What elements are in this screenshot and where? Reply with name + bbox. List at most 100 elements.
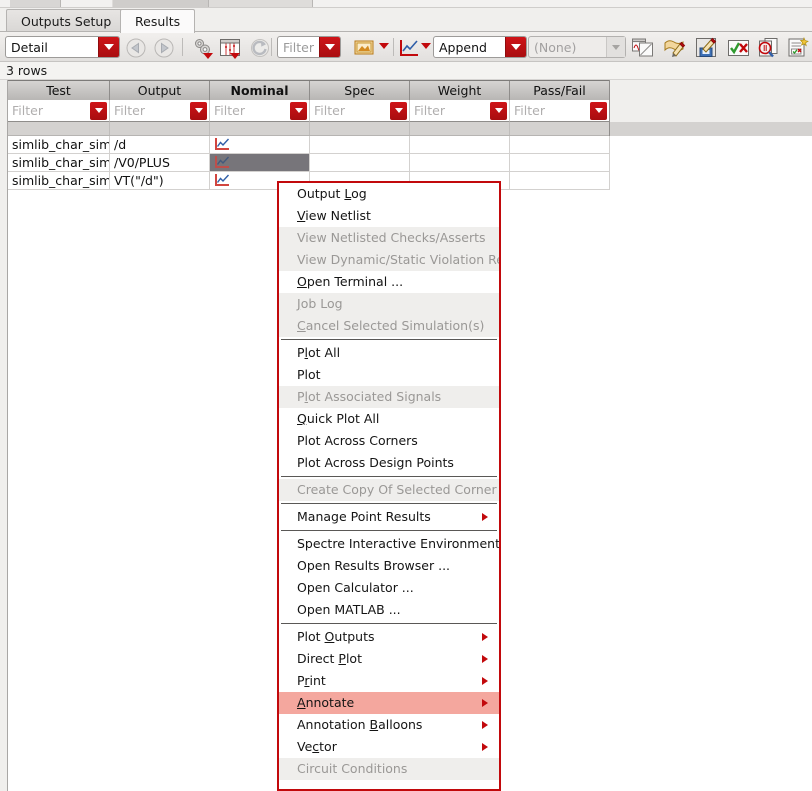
corner-select-combo[interactable]: (None)	[528, 36, 626, 58]
menu-item-open-terminal[interactable]: Open Terminal ...	[279, 271, 499, 293]
plot-dropdown-caret-icon[interactable]	[421, 43, 431, 49]
column-header-output[interactable]: Output	[110, 81, 210, 100]
filter-placeholder-weight: Filter	[414, 103, 445, 118]
menu-item-direct-plot[interactable]: Direct Plot	[279, 648, 499, 670]
menu-item-label: View Dynamic/Static Violation Report	[297, 252, 499, 267]
results-context-menu[interactable]: Output Log View Netlist View Netlisted Che…	[277, 181, 501, 791]
plot-chart-icon[interactable]	[397, 36, 421, 59]
image-dropdown-caret-icon[interactable]	[379, 43, 389, 49]
menu-separator	[281, 476, 497, 477]
spacer-cell	[210, 122, 310, 135]
menu-item-annotate[interactable]: Annotate	[279, 692, 499, 714]
filter-input-test[interactable]: Filter	[8, 100, 110, 122]
plot-mode-combo[interactable]: Append	[433, 36, 527, 58]
back-arrow-icon[interactable]	[124, 36, 148, 59]
column-header-nominal[interactable]: Nominal	[210, 81, 310, 100]
filter-dropdown-nominal-icon[interactable]	[290, 101, 307, 120]
filter-input-weight[interactable]: Filter	[410, 100, 510, 122]
tab-results[interactable]: Results	[120, 9, 196, 33]
menu-item-plot[interactable]: Plot	[279, 364, 499, 386]
results-panel: Outputs Setup Results Detail Filter Appe…	[0, 0, 812, 791]
menu-item-vector[interactable]: Vector	[279, 736, 499, 758]
refresh-icon[interactable]	[248, 36, 272, 59]
view-mode-combo[interactable]: Detail	[5, 36, 120, 58]
table-row[interactable]: simlib_char_sim... /V0/PLUS	[8, 154, 610, 172]
table-right-edge	[609, 80, 610, 136]
cell-passfail[interactable]	[510, 154, 610, 171]
cell-nominal-selected[interactable]	[210, 154, 310, 171]
menu-item-circuit-conditions: Circuit Conditions	[279, 758, 499, 780]
menu-item-annotation-balloons[interactable]: Annotation Balloons	[279, 714, 499, 736]
filter-combo-placeholder: Filter ...	[283, 39, 319, 55]
menu-item-label: View Netlisted Checks/Asserts	[297, 230, 486, 245]
filter-input-spec[interactable]: Filter	[310, 100, 410, 122]
plot-waveform-icon[interactable]	[214, 137, 230, 152]
cell-output[interactable]: /d	[110, 136, 210, 153]
spacer-cell	[310, 122, 410, 135]
toolbar-separator-3	[393, 38, 394, 56]
spacer-cell	[510, 122, 610, 135]
filter-dropdown-spec-icon[interactable]	[390, 101, 407, 120]
column-header-test[interactable]: Test	[8, 81, 110, 100]
menu-item-quick-plot-all[interactable]: Quick Plot All	[279, 408, 499, 430]
cell-test[interactable]: simlib_char_sim...	[8, 172, 110, 189]
forward-arrow-icon[interactable]	[152, 36, 176, 59]
filter-dropdown-test-icon[interactable]	[90, 101, 107, 120]
plot-waveform-icon[interactable]	[214, 173, 230, 188]
submenu-arrow-icon	[482, 655, 488, 663]
cell-passfail[interactable]	[510, 136, 610, 153]
cell-nominal[interactable]	[210, 136, 310, 153]
cell-weight[interactable]	[410, 154, 510, 171]
menu-item-plot-across-corners[interactable]: Plot Across Corners	[279, 430, 499, 452]
column-header-spec[interactable]: Spec	[310, 81, 410, 100]
menu-item-label: Annotation Balloons	[297, 717, 423, 732]
gears-dropdown-caret-icon[interactable]	[203, 53, 213, 59]
filter-dropdown-arrow-icon[interactable]	[319, 37, 340, 57]
plot-waveform-icon[interactable]	[214, 155, 230, 170]
cell-passfail[interactable]	[510, 172, 610, 189]
column-header-passfail[interactable]: Pass/Fail	[510, 81, 610, 100]
table-header-row: Test Output Nominal Spec Weight Pass/Fai…	[8, 80, 610, 100]
menu-item-plot-across-design-points[interactable]: Plot Across Design Points	[279, 452, 499, 474]
menu-item-spectre-interactive-environment[interactable]: Spectre Interactive Environment	[279, 533, 499, 555]
column-header-weight[interactable]: Weight	[410, 81, 510, 100]
menu-item-plot-all[interactable]: Plot All	[279, 342, 499, 364]
menu-item-label: Plot Associated Signals	[297, 389, 442, 404]
menu-item-open-calculator[interactable]: Open Calculator ...	[279, 577, 499, 599]
menu-item-job-log: Job Log	[279, 293, 499, 315]
submenu-arrow-icon	[482, 743, 488, 751]
cell-output[interactable]: /V0/PLUS	[110, 154, 210, 171]
filter-dropdown-weight-icon[interactable]	[490, 101, 507, 120]
cell-test[interactable]: simlib_char_sim...	[8, 136, 110, 153]
filter-dropdown-output-icon[interactable]	[190, 101, 207, 120]
menu-item-plot-outputs[interactable]: Plot Outputs	[279, 626, 499, 648]
annotate-pencil-icon[interactable]	[662, 36, 686, 59]
waveform-window-icon[interactable]	[630, 36, 654, 59]
menu-item-print[interactable]: Print	[279, 670, 499, 692]
cell-output[interactable]: VT("/d")	[110, 172, 210, 189]
filter-dropdown-passfail-icon[interactable]	[590, 101, 607, 120]
cell-weight[interactable]	[410, 136, 510, 153]
table-dropdown-caret-icon[interactable]	[230, 53, 240, 59]
tab-outputs-setup[interactable]: Outputs Setup	[6, 9, 127, 32]
copy-search-icon[interactable]	[756, 36, 780, 59]
save-edit-icon[interactable]	[694, 36, 718, 59]
menu-item-view-netlist[interactable]: View Netlist	[279, 205, 499, 227]
menu-item-manage-point-results[interactable]: Manage Point Results	[279, 506, 499, 528]
menu-item-output-log[interactable]: Output Log	[279, 183, 499, 205]
menu-item-open-results-browser[interactable]: Open Results Browser ...	[279, 555, 499, 577]
filter-input-nominal[interactable]: Filter	[210, 100, 310, 122]
cell-test[interactable]: simlib_char_sim...	[8, 154, 110, 171]
checks-marks-icon[interactable]	[726, 36, 750, 59]
filter-input-passfail[interactable]: Filter	[510, 100, 610, 122]
plot-mode-dropdown-arrow-icon[interactable]	[505, 37, 526, 57]
cell-spec[interactable]	[310, 154, 410, 171]
filter-combo[interactable]: Filter ...	[277, 36, 341, 58]
menu-item-open-matlab[interactable]: Open MATLAB ...	[279, 599, 499, 621]
cell-spec[interactable]	[310, 136, 410, 153]
view-mode-dropdown-arrow-icon[interactable]	[98, 37, 119, 57]
table-row[interactable]: simlib_char_sim... /d	[8, 136, 610, 154]
filter-input-output[interactable]: Filter	[110, 100, 210, 122]
image-preview-icon[interactable]	[352, 36, 376, 59]
report-new-icon[interactable]	[786, 36, 810, 59]
